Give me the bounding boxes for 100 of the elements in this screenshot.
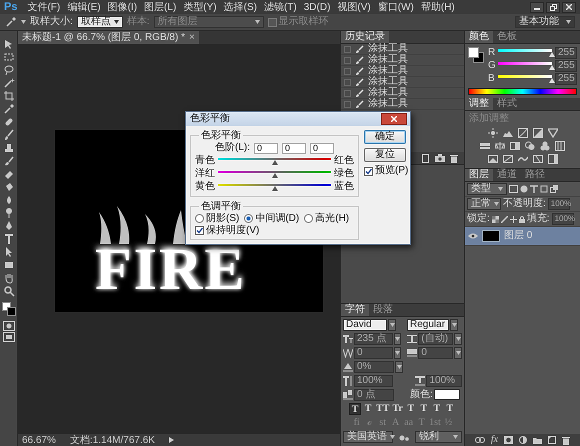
crop-icon[interactable] <box>2 90 14 102</box>
channel-value-field[interactable]: 255 <box>555 72 577 84</box>
panel-tab[interactable]: 历史记录 <box>341 31 389 43</box>
text-style-button[interactable]: Tr <box>391 402 404 414</box>
dialog-button[interactable]: 复位 <box>364 148 406 162</box>
slider-thumb[interactable] <box>549 52 555 57</box>
brush-icon[interactable] <box>2 129 14 141</box>
radio-button[interactable] <box>244 214 254 223</box>
history-item[interactable]: 涂抹工具 <box>341 44 464 55</box>
close-button[interactable] <box>562 2 576 12</box>
move-icon[interactable] <box>510 216 517 222</box>
restore-button[interactable] <box>546 2 560 12</box>
dropdown-button[interactable] <box>394 332 402 344</box>
menu-item[interactable]: 帮助(H) <box>418 0 458 14</box>
document-tab[interactable]: 未标题-1 @ 66.7% (图层 0, RGB/8) * × <box>18 31 199 44</box>
adjustment-icon[interactable] <box>548 128 558 138</box>
history-item[interactable]: 涂抹工具 <box>341 77 464 88</box>
trash-icon[interactable] <box>450 154 458 162</box>
slider-thumb[interactable] <box>549 78 555 83</box>
adjustment-icon[interactable] <box>540 141 550 151</box>
panel-tab[interactable]: 颜色 <box>465 31 493 43</box>
dropdown-button[interactable] <box>454 346 462 358</box>
adjustment-icon[interactable] <box>518 128 528 138</box>
effects-button[interactable]: fx <box>490 435 498 445</box>
color-slider[interactable] <box>218 183 331 191</box>
menu-item[interactable]: 图层(L) <box>141 0 180 14</box>
screen-mode-icon[interactable] <box>2 332 14 342</box>
eyedropper-icon[interactable] <box>2 103 14 115</box>
panel-tab[interactable]: 路径 <box>521 169 549 181</box>
type-filter-icon[interactable] <box>530 185 538 193</box>
color-slider[interactable] <box>218 157 331 165</box>
dropdown-button[interactable] <box>450 318 458 330</box>
checkbox[interactable] <box>195 226 204 235</box>
mask-icon[interactable] <box>504 436 514 444</box>
color-swatches[interactable] <box>2 302 16 316</box>
quick-mask-icon[interactable] <box>2 321 14 331</box>
blend-mode-dropdown[interactable]: 正常 <box>467 198 501 210</box>
dialog-button[interactable]: 确定 <box>364 130 406 144</box>
camera-icon[interactable] <box>435 154 445 162</box>
close-button[interactable] <box>381 113 407 125</box>
adjustment-icon[interactable] <box>495 141 505 151</box>
menu-item[interactable]: 图像(I) <box>104 0 140 14</box>
history-item[interactable]: 涂抹工具 <box>341 66 464 77</box>
panel-tab[interactable]: 段落 <box>369 304 397 316</box>
checkbox[interactable] <box>268 18 277 26</box>
fill-field[interactable]: 100% <box>552 213 574 225</box>
marquee-icon[interactable] <box>2 51 14 63</box>
font-size-field[interactable]: 235 点 <box>354 332 393 344</box>
lasso-icon[interactable] <box>2 64 14 76</box>
rectangle-icon[interactable] <box>2 259 14 271</box>
menu-item[interactable]: 窗口(W) <box>374 0 417 14</box>
menu-item[interactable]: 类型(Y) <box>180 0 220 14</box>
panel-tab[interactable]: 调整 <box>465 98 493 110</box>
tracking-field[interactable]: 0 <box>418 346 454 358</box>
panel-tab[interactable]: 图层 <box>465 169 493 181</box>
leading-field[interactable]: (自动) <box>418 332 454 344</box>
slider-thumb[interactable] <box>549 65 555 70</box>
adjustment-filter-icon[interactable] <box>520 185 528 193</box>
tsume-field[interactable]: 0% <box>354 360 394 372</box>
link-icon[interactable] <box>474 437 485 443</box>
text-style-button[interactable]: T <box>418 402 430 414</box>
folder-icon[interactable] <box>533 436 542 444</box>
search-icon[interactable] <box>2 285 14 297</box>
text-style-button[interactable]: T <box>404 402 417 414</box>
text-style-button[interactable]: T <box>362 402 374 414</box>
shape-filter-icon[interactable] <box>540 185 548 193</box>
play-icon[interactable] <box>168 437 174 443</box>
adjustment-icon[interactable] <box>488 154 498 164</box>
trash-icon[interactable] <box>562 436 570 444</box>
minimize-button[interactable] <box>530 2 544 12</box>
channel-value-field[interactable]: 255 <box>555 60 577 72</box>
adjustment-icon[interactable] <box>510 141 520 151</box>
lock-pixels-icon[interactable] <box>492 216 499 222</box>
adjustment-icon[interactable] <box>532 154 542 164</box>
panel-tab[interactable]: 样式 <box>493 98 521 110</box>
channel-slider[interactable] <box>498 74 552 83</box>
menu-item[interactable]: 文件(F) <box>24 0 64 14</box>
level-field[interactable]: 0 <box>282 142 306 154</box>
text-style-button[interactable]: TT <box>375 402 390 414</box>
dropdown-button[interactable] <box>388 318 396 330</box>
menu-item[interactable]: 编辑(E) <box>64 0 104 14</box>
panel-tab[interactable]: 通道 <box>493 169 521 181</box>
new-document-icon[interactable] <box>421 154 430 162</box>
eyedropper-icon[interactable] <box>5 16 17 28</box>
history-item[interactable]: 涂抹工具 <box>341 99 464 110</box>
level-field[interactable]: 0 <box>310 142 334 154</box>
opacity-field[interactable]: 100% <box>548 198 570 210</box>
wand-icon[interactable] <box>2 77 14 89</box>
dropdown-button[interactable] <box>395 360 403 372</box>
brush-icon[interactable] <box>500 216 508 222</box>
sample-size-dropdown[interactable]: 取样点 <box>76 16 123 28</box>
smart-object-filter-icon[interactable] <box>550 185 558 193</box>
color-slider[interactable] <box>218 170 331 178</box>
baseline-shift-field[interactable]: 0 点 <box>354 388 394 400</box>
adjustment-icon[interactable] <box>502 154 512 164</box>
vertical-scale-field[interactable]: 100% <box>354 374 394 386</box>
adjustment-icon[interactable] <box>548 154 558 164</box>
radio-button[interactable] <box>304 214 314 223</box>
eraser-icon[interactable] <box>2 168 14 180</box>
font-family-field[interactable]: David <box>343 318 387 330</box>
